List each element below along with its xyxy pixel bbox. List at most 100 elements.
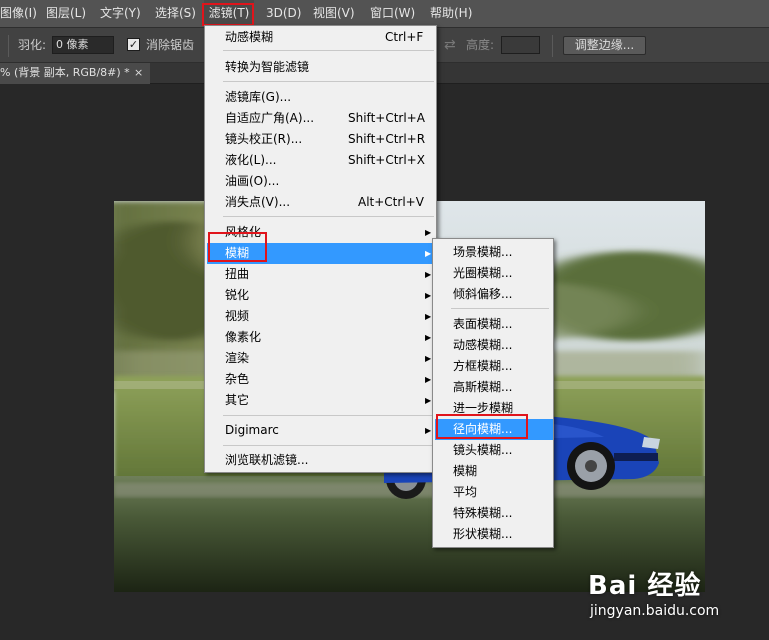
menu-item-label: 滤镜库(G)... [225,90,292,104]
menu-item-label: Digimarc [225,423,279,437]
swap-icon[interactable]: ⇄ [444,28,456,62]
menu-item-video[interactable]: 视频 ▶ [207,306,436,327]
submenu-arrow-icon: ▶ [425,312,432,321]
menu-item-filter-gallery[interactable]: 滤镜库(G)... [207,87,436,108]
refine-edge-button[interactable]: 调整边缘... [563,36,646,55]
menu-type[interactable]: 文字(Y) [100,0,141,27]
menu-separator [451,308,549,309]
menu-item-adaptive-wide-angle[interactable]: 自适应广角(A)... Shift+Ctrl+A [207,108,436,129]
annotation-highlight-radial-blur [436,414,528,439]
menu-item-render[interactable]: 渲染 ▶ [207,348,436,369]
menu-item-shortcut: Shift+Ctrl+R [348,132,426,146]
menu-image[interactable]: 图像(I) [0,0,37,27]
submenu-item-gaussian-blur[interactable]: 高斯模糊... [435,377,553,398]
menu-item-shortcut: Alt+Ctrl+V [358,195,424,209]
menu-item-label: 模糊 [453,464,478,478]
menu-item-label: 扭曲 [225,267,250,281]
submenu-item-box-blur[interactable]: 方框模糊... [435,356,553,377]
feather-label: 羽化: [18,38,47,52]
menu-item-label: 光圈模糊... [453,266,513,280]
menu-separator [223,216,434,217]
menu-item-convert-smart-filter[interactable]: 转换为智能滤镜 [207,57,436,78]
submenu-arrow-icon: ▶ [425,426,432,435]
menu-separator [223,50,434,51]
menu-view[interactable]: 视图(V) [313,0,355,27]
menu-select[interactable]: 选择(S) [155,0,196,27]
submenu-item-motion-blur[interactable]: 动感模糊... [435,335,553,356]
baidu-logo: Bai 经验 [588,571,702,601]
submenu-arrow-icon: ▶ [425,354,432,363]
submenu-item-average[interactable]: 平均 [435,482,553,503]
menu-item-lens-correction[interactable]: 镜头校正(R)... Shift+Ctrl+R [207,129,436,150]
menu-item-label: 浏览联机滤镜... [225,453,309,467]
height-label: 高度: [466,38,495,52]
menu-item-label: 渲染 [225,351,250,365]
menu-item-pixelate[interactable]: 像素化 ▶ [207,327,436,348]
annotation-highlight-filter [202,3,254,26]
submenu-item-tilt-shift[interactable]: 倾斜偏移... [435,284,553,305]
menu-item-label: 油画(O)... [225,174,280,188]
menu-item-label: 镜头模糊... [453,443,513,457]
menu-item-label: 像素化 [225,330,262,344]
feather-input[interactable]: 0 像素 [52,36,114,54]
document-tab[interactable]: % (背景 副本, RGB/8#) * × [0,63,150,84]
menu-item-label: 形状模糊... [453,527,513,541]
submenu-arrow-icon: ▶ [425,249,432,258]
baidu-watermark: Bai 经验 jingyan.baidu.com [588,565,768,635]
menu-item-label: 自适应广角(A)... [225,111,315,125]
submenu-item-field-blur[interactable]: 场景模糊... [435,242,553,263]
menu-item-label: 镜头校正(R)... [225,132,303,146]
menu-item-shortcut: Shift+Ctrl+A [348,111,425,125]
options-separator [8,35,9,57]
document-tab-title: % (背景 副本, RGB/8#) * [0,66,130,79]
menu-item-shortcut: Ctrl+F [385,30,424,44]
submenu-arrow-icon: ▶ [425,270,432,279]
menu-item-browse-online-filters[interactable]: 浏览联机滤镜... [207,450,436,471]
submenu-arrow-icon: ▶ [425,396,432,405]
submenu-arrow-icon: ▶ [425,333,432,342]
menu-bar: 图像(I) 图层(L) 文字(Y) 选择(S) 滤镜(T) 3D(D) 视图(V… [0,0,769,27]
menu-item-liquify[interactable]: 液化(L)... Shift+Ctrl+X [207,150,436,171]
menu-item-distort[interactable]: 扭曲 ▶ [207,264,436,285]
menu-window[interactable]: 窗口(W) [370,0,415,27]
antialias-checkbox[interactable]: ✓ [127,38,140,51]
submenu-item-iris-blur[interactable]: 光圈模糊... [435,263,553,284]
menu-3d[interactable]: 3D(D) [266,0,301,27]
submenu-item-blur[interactable]: 模糊 [435,461,553,482]
submenu-item-lens-blur[interactable]: 镜头模糊... [435,440,553,461]
submenu-arrow-icon: ▶ [425,228,432,237]
blur-submenu-dropdown: 场景模糊... 光圈模糊... 倾斜偏移... 表面模糊... 动感模糊... … [432,238,554,548]
menu-item-label: 表面模糊... [453,317,513,331]
menu-item-vanishing-point[interactable]: 消失点(V)... Alt+Ctrl+V [207,192,436,213]
height-input[interactable] [501,36,540,54]
menu-separator [223,81,434,82]
menu-item-noise[interactable]: 杂色 ▶ [207,369,436,390]
submenu-item-shape-blur[interactable]: 形状模糊... [435,524,553,545]
menu-item-last-filter[interactable]: 动感模糊 Ctrl+F [207,27,436,48]
submenu-arrow-icon: ▶ [425,375,432,384]
menu-separator [223,445,434,446]
submenu-item-smart-blur[interactable]: 特殊模糊... [435,503,553,524]
menu-item-sharpen[interactable]: 锐化 ▶ [207,285,436,306]
menu-item-label: 杂色 [225,372,250,386]
close-icon[interactable]: × [134,63,143,83]
options-separator [552,35,553,57]
menu-item-label: 转换为智能滤镜 [225,60,310,74]
menu-layer[interactable]: 图层(L) [46,0,86,27]
menu-item-oil-paint[interactable]: 油画(O)... [207,171,436,192]
menu-item-digimarc[interactable]: Digimarc ▶ [207,420,436,441]
menu-item-label: 其它 [225,393,250,407]
menu-item-label: 倾斜偏移... [453,287,513,301]
menu-help[interactable]: 帮助(H) [430,0,472,27]
submenu-item-surface-blur[interactable]: 表面模糊... [435,314,553,335]
menu-item-label: 动感模糊... [453,338,513,352]
menu-item-label: 消失点(V)... [225,195,291,209]
menu-item-label: 场景模糊... [453,245,513,259]
menu-item-other[interactable]: 其它 ▶ [207,390,436,411]
menu-item-label: 锐化 [225,288,250,302]
menu-item-label: 方框模糊... [453,359,513,373]
watermark-url: jingyan.baidu.com [590,603,720,619]
menu-item-label: 动感模糊 [225,30,274,44]
menu-item-label: 特殊模糊... [453,506,513,520]
menu-separator [223,415,434,416]
